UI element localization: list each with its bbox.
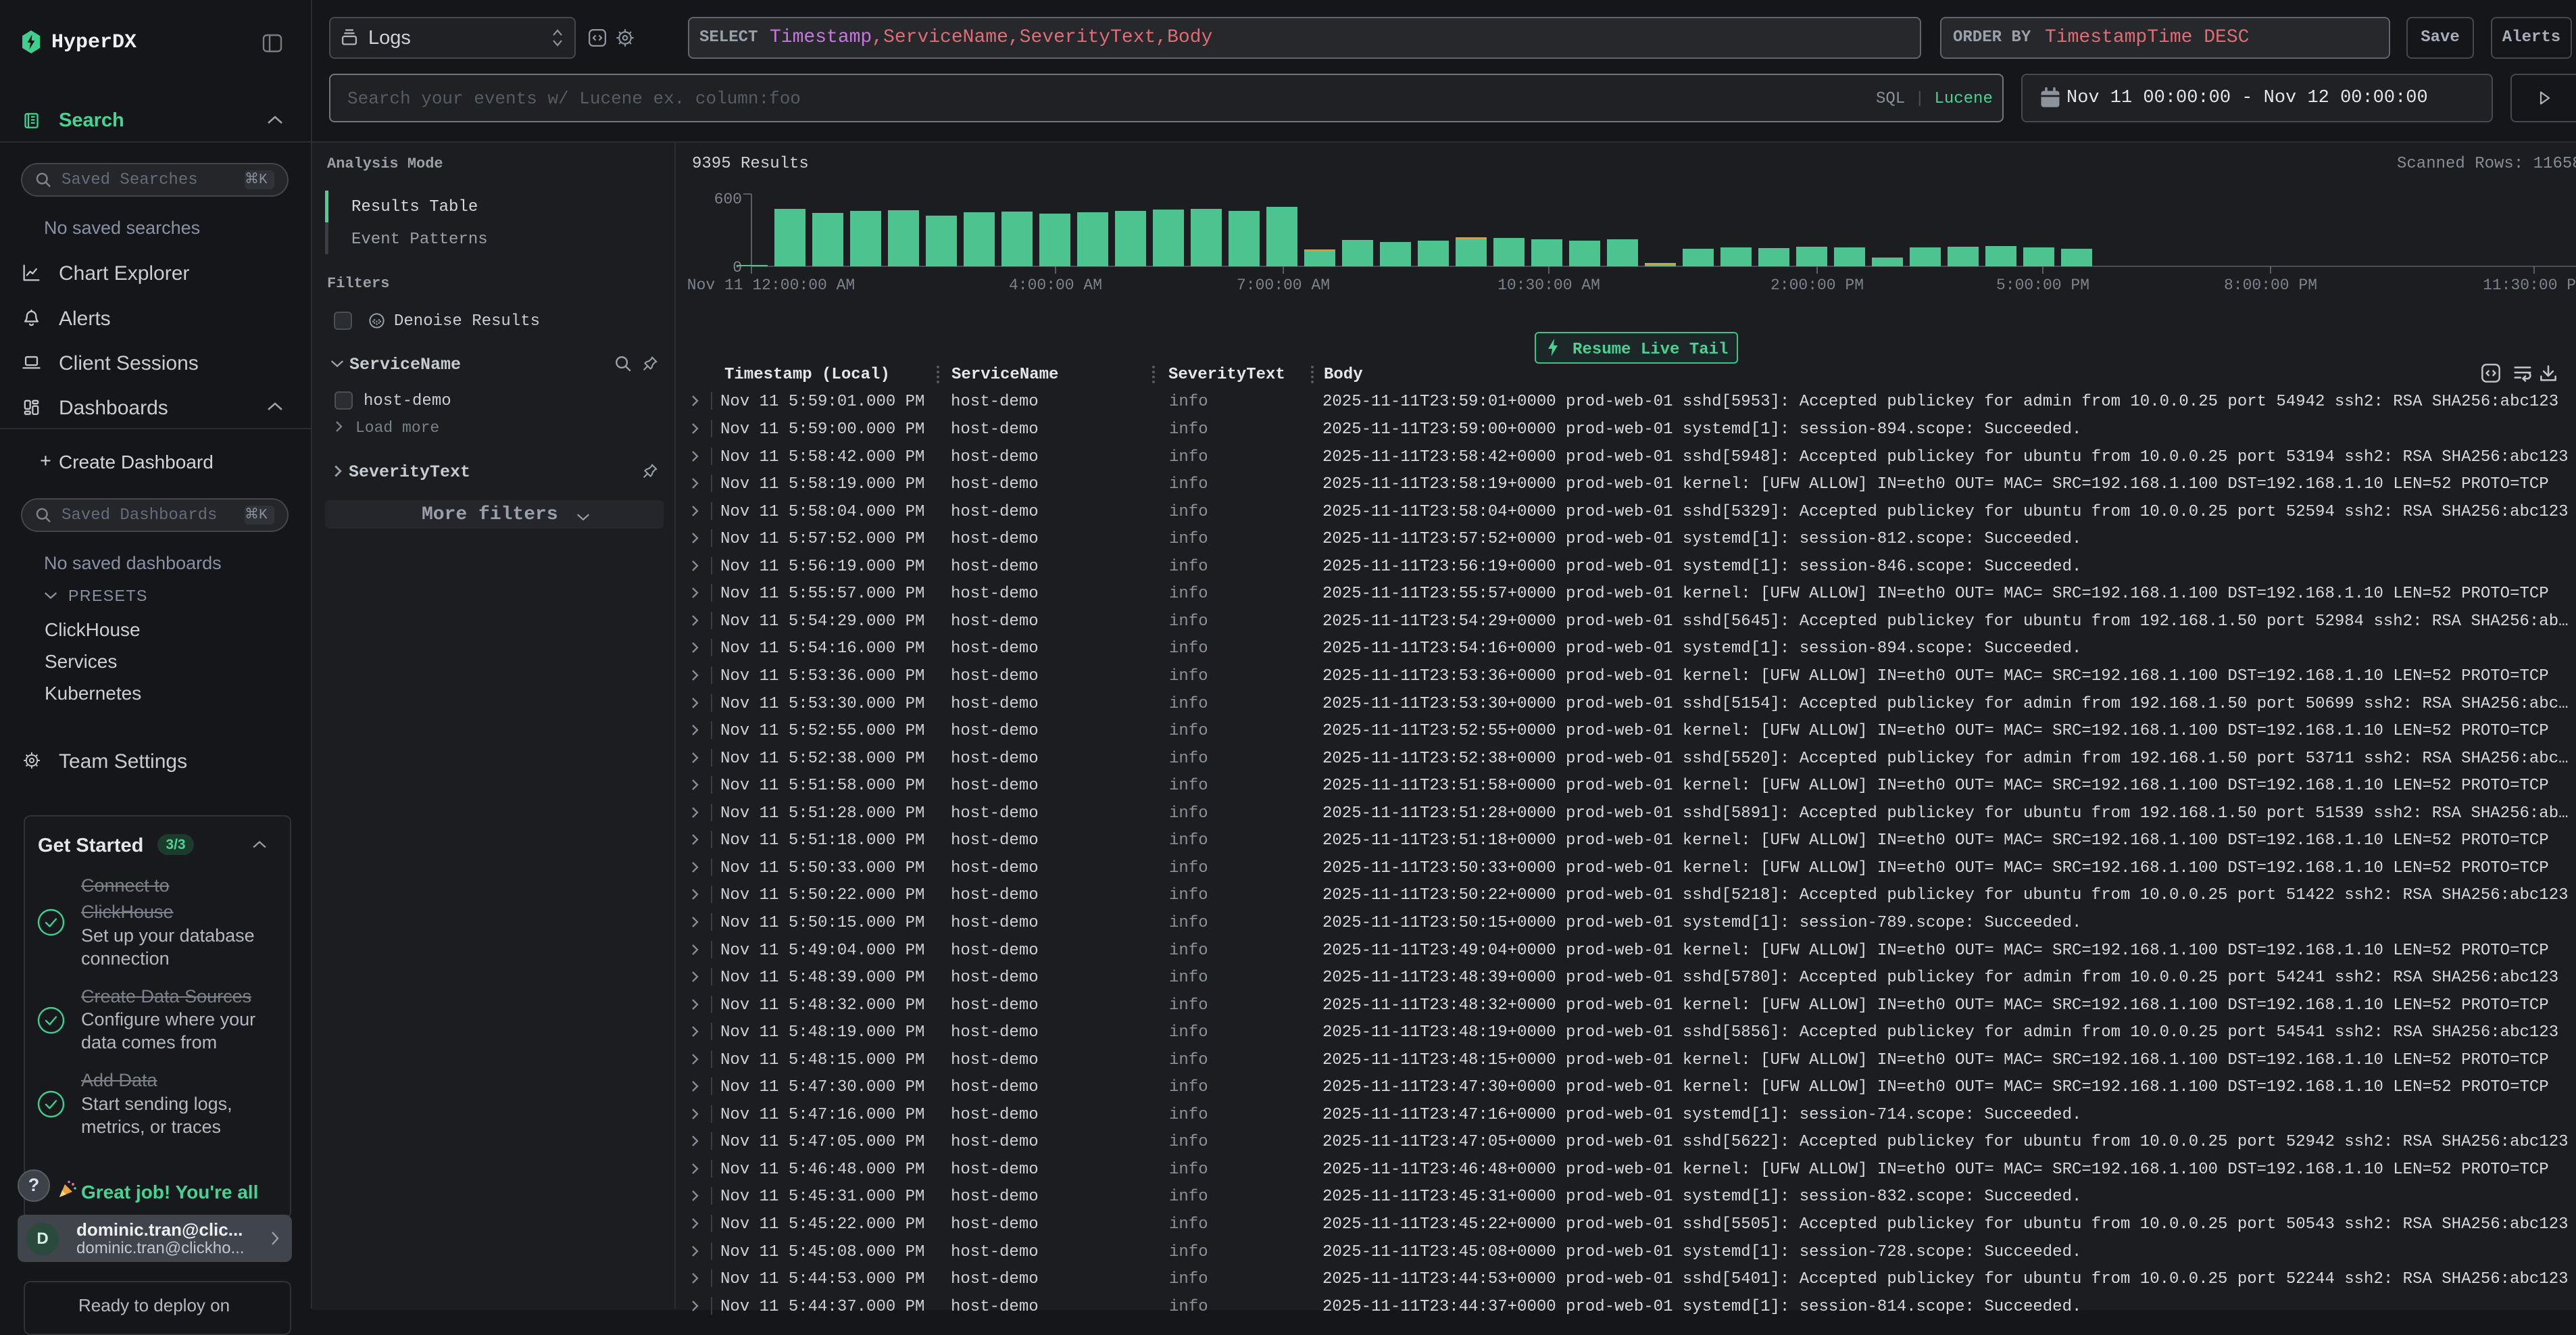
svg-text:7:00:00 AM: 7:00:00 AM: [1237, 276, 1330, 294]
svg-text:Nov 11 12:00:00 AM: Nov 11 12:00:00 AM: [687, 276, 855, 294]
svg-text:0: 0: [733, 259, 742, 276]
svg-text:8:00:00 PM: 8:00:00 PM: [2224, 276, 2317, 294]
svg-text:2:00:00 PM: 2:00:00 PM: [1770, 276, 1864, 294]
svg-text:600: 600: [714, 191, 742, 208]
svg-text:10:30:00 AM: 10:30:00 AM: [1497, 276, 1600, 294]
svg-text:5:00:00 PM: 5:00:00 PM: [1996, 276, 2089, 294]
svg-text:4:00:00 AM: 4:00:00 AM: [1009, 276, 1102, 294]
svg-text:11:30:00 PM: 11:30:00 PM: [2483, 276, 2576, 294]
